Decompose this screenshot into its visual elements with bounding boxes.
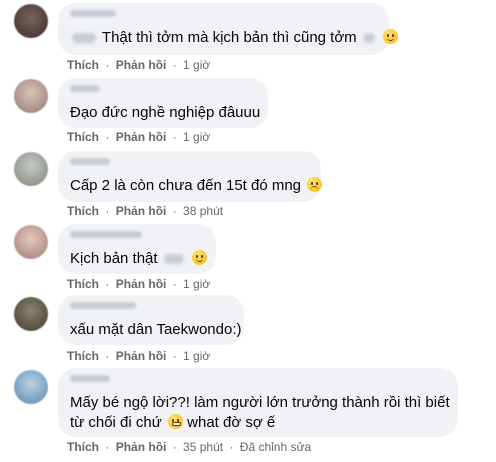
reply-link[interactable]: Phản hồi (116, 349, 167, 363)
comment-text: Cấp 2 là còn chưa đến 15t đó mng (70, 176, 323, 196)
comment-text: Kịch bản thật (70, 249, 207, 269)
edited-label: Đã chỉnh sửa (239, 440, 312, 454)
timestamp[interactable]: 1 giờ (183, 349, 210, 363)
author-name-blurred[interactable] (70, 375, 110, 382)
like-link[interactable]: Thích (67, 440, 99, 454)
timestamp[interactable]: 1 giờ (183, 58, 210, 72)
timestamp[interactable]: 1 giờ (183, 130, 210, 144)
timestamp[interactable]: 35 phút (183, 440, 223, 454)
avatar[interactable] (14, 225, 48, 259)
separator: · (172, 277, 177, 291)
comment-text: Mấy bé ngộ lời??! làm người lớn trưởng t… (70, 393, 450, 433)
comment-actions: Thích · Phản hồi · 1 giờ (67, 277, 210, 291)
comment-body-line-1: Mấy bé ngộ lời??! làm người lớn trưởng t… (70, 394, 450, 411)
like-link[interactable]: Thích (67, 349, 99, 363)
comment-body-line-2: từ chối đi chứ what đờ sợ ế (70, 413, 446, 433)
comment-body-segment: từ chối đi chứ (70, 414, 162, 431)
comment-body-segment: what đờ sợ ế (187, 414, 276, 431)
comment-text: Thật thì tởm mà kịch bản thì cũng tởm (70, 28, 399, 48)
separator: · (172, 204, 177, 218)
separator: · (105, 58, 110, 72)
avatar[interactable] (14, 79, 48, 113)
comment-actions: Thích · Phản hồi · 38 phút (67, 204, 223, 218)
like-link[interactable]: Thích (67, 130, 99, 144)
smile-emoji-icon (383, 29, 399, 44)
comment-bubble: Mấy bé ngộ lời??! làm người lớn trưởng t… (58, 368, 458, 437)
reply-link[interactable]: Phản hồi (116, 440, 167, 454)
blurred-word (72, 33, 96, 44)
separator: · (105, 349, 110, 363)
blurred-word (362, 33, 375, 44)
comment-body: Đạo đức nghề nghiệp đâuuu (70, 104, 261, 121)
comment-actions: Thích · Phản hồi · 1 giờ (67, 130, 210, 144)
sad-emoji-icon (307, 177, 323, 192)
author-name-blurred[interactable] (70, 10, 116, 17)
reply-link[interactable]: Phản hồi (116, 58, 167, 72)
avatar[interactable] (14, 370, 48, 404)
grimace-emoji-icon (167, 414, 183, 429)
separator: · (172, 349, 177, 363)
avatar[interactable] (14, 297, 48, 331)
blurred-word (163, 254, 184, 265)
reply-link[interactable]: Phản hồi (116, 204, 167, 218)
separator: · (172, 440, 177, 454)
timestamp[interactable]: 1 giờ (183, 277, 210, 291)
comment-actions: Thích · Phản hồi · 35 phút · Đã chỉnh sử… (67, 440, 311, 454)
comment-bubble: xấu mặt dân Taekwondo:) (58, 295, 244, 345)
comment-bubble: Cấp 2 là còn chưa đến 15t đó mng (58, 151, 323, 202)
separator: · (105, 440, 110, 454)
like-link[interactable]: Thích (67, 204, 99, 218)
like-link[interactable]: Thích (67, 58, 99, 72)
author-name-blurred[interactable] (70, 158, 110, 165)
comment-body: Thật thì tởm mà kịch bản thì cũng tởm (101, 29, 357, 46)
comment-actions: Thích · Phản hồi · 1 giờ (67, 349, 210, 363)
separator: · (229, 440, 234, 454)
comment-body: Cấp 2 là còn chưa đến 15t đó mng (70, 177, 302, 194)
comment-actions: Thích · Phản hồi · 1 giờ (67, 58, 210, 72)
comment-text: xấu mặt dân Taekwondo:) (70, 320, 242, 340)
comment-body: xấu mặt dân Taekwondo:) (70, 321, 242, 338)
like-link[interactable]: Thích (67, 277, 99, 291)
author-name-blurred[interactable] (70, 302, 136, 309)
comment-text: Đạo đức nghề nghiệp đâuuu (70, 103, 260, 123)
reply-link[interactable]: Phản hồi (116, 277, 167, 291)
comment-bubble: Đạo đức nghề nghiệp đâuuu (58, 78, 268, 128)
comment-bubble: Thật thì tởm mà kịch bản thì cũng tởm (58, 3, 399, 55)
reply-link[interactable]: Phản hồi (116, 130, 167, 144)
author-name-blurred[interactable] (70, 85, 100, 92)
separator: · (105, 277, 110, 291)
separator: · (105, 130, 110, 144)
separator: · (172, 58, 177, 72)
comment-bubble: Kịch bản thật (58, 224, 216, 274)
separator: · (172, 130, 177, 144)
avatar[interactable] (14, 152, 48, 186)
smile-emoji-icon (191, 250, 207, 265)
author-name-blurred[interactable] (70, 231, 142, 238)
separator: · (105, 204, 110, 218)
comment-body: Kịch bản thật (70, 250, 158, 267)
avatar[interactable] (14, 4, 48, 38)
timestamp[interactable]: 38 phút (183, 204, 223, 218)
